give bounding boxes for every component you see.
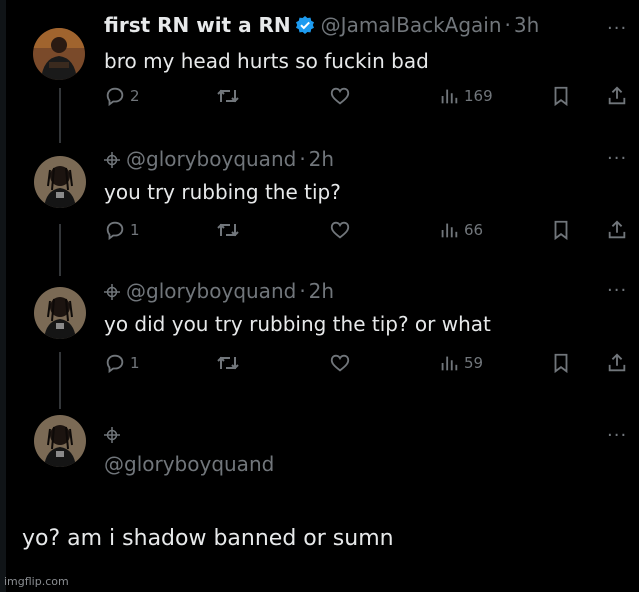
more-options-icon[interactable]: ··· — [607, 425, 627, 446]
views-icon — [441, 223, 458, 238]
tweet-header: @gloryboyquand · 2h — [104, 279, 639, 305]
share-button[interactable] — [606, 85, 628, 107]
tweet-actions: 2 169 — [104, 85, 639, 109]
share-icon — [608, 86, 626, 105]
share-button[interactable] — [606, 219, 628, 241]
crosshair-icon — [104, 149, 120, 173]
like-button[interactable] — [329, 85, 351, 107]
views-icon — [441, 356, 458, 371]
thread-line — [59, 224, 61, 276]
heart-icon — [330, 221, 350, 239]
tweet-header: first RN wit a RN @JamalBackAgain · 3h — [104, 13, 639, 40]
avatar-jamal[interactable] — [33, 28, 85, 80]
bookmark-icon — [554, 86, 568, 107]
reply-count: 2 — [130, 87, 140, 105]
display-name[interactable]: first RN wit a RN — [104, 13, 291, 37]
views-count: 66 — [464, 221, 484, 239]
reply-button[interactable]: 1 — [104, 219, 140, 241]
separator: · — [504, 13, 511, 37]
views-count: 59 — [464, 354, 484, 372]
separator: · — [299, 147, 306, 171]
bookmark-button[interactable] — [550, 85, 572, 107]
avatar-gloryboyquand[interactable] — [34, 415, 86, 467]
reply-icon — [106, 87, 124, 107]
thread-line — [59, 88, 61, 143]
retweet-icon — [217, 356, 239, 370]
handle[interactable]: @gloryboyquand — [126, 279, 296, 303]
timestamp[interactable]: 2h — [309, 279, 334, 303]
separator: · — [299, 279, 306, 303]
thread-line — [59, 352, 61, 409]
heart-icon — [330, 87, 350, 105]
bookmark-button[interactable] — [550, 352, 572, 374]
tweet-1[interactable]: first RN wit a RN @JamalBackAgain · 3h bro … — [104, 13, 639, 74]
avatar-gloryboyquand[interactable] — [34, 287, 86, 339]
reply-count: 1 — [130, 354, 140, 372]
share-icon — [608, 220, 626, 239]
tweet-text: bro my head hurts so fuckin bad — [104, 49, 429, 73]
tweet-actions: 1 66 — [104, 219, 639, 243]
handle[interactable]: @gloryboyquand — [126, 147, 296, 171]
more-options-icon[interactable]: ··· — [607, 18, 627, 39]
tweet-3[interactable]: @gloryboyquand · 2h yo did you try rubbing… — [104, 279, 639, 337]
views-button[interactable]: 169 — [438, 85, 493, 107]
retweet-button[interactable] — [216, 85, 240, 107]
tweet-text: you try rubbing the tip? — [104, 180, 341, 204]
verified-badge-icon — [295, 15, 315, 40]
handle[interactable]: @JamalBackAgain — [321, 13, 502, 37]
final-tweet-text: yo? am i shadow banned or sumn — [22, 526, 394, 551]
watermark: imgflip.com — [4, 575, 69, 588]
retweet-button[interactable] — [216, 219, 240, 241]
crosshair-icon — [104, 281, 120, 305]
reply-button[interactable]: 2 — [104, 85, 140, 107]
reply-icon — [106, 354, 124, 374]
reply-button[interactable]: 1 — [104, 352, 140, 374]
more-options-icon[interactable]: ··· — [607, 280, 627, 301]
views-button[interactable]: 66 — [438, 219, 483, 241]
handle[interactable]: @gloryboyquand — [104, 452, 274, 476]
bookmark-button[interactable] — [550, 219, 572, 241]
retweet-icon — [217, 89, 239, 103]
heart-icon — [330, 354, 350, 372]
like-button[interactable] — [329, 352, 351, 374]
bookmark-icon — [554, 353, 568, 374]
views-count: 169 — [464, 87, 493, 105]
retweet-button[interactable] — [216, 352, 240, 374]
tweet-2[interactable]: @gloryboyquand · 2h you try rubbing the ti… — [104, 147, 639, 205]
reply-icon — [106, 221, 124, 241]
avatar-gloryboyquand[interactable] — [34, 156, 86, 208]
share-button[interactable] — [606, 352, 628, 374]
reply-count: 1 — [130, 221, 140, 239]
tweet-text: yo did you try rubbing the tip? or what — [104, 312, 491, 336]
views-icon — [441, 89, 458, 104]
retweet-icon — [217, 223, 239, 237]
timestamp[interactable]: 3h — [514, 13, 539, 37]
timestamp[interactable]: 2h — [309, 147, 334, 171]
tweet-header: @gloryboyquand · 2h — [104, 147, 639, 173]
crosshair-icon — [104, 427, 120, 447]
tweet-thread-screenshot: first RN wit a RN @JamalBackAgain · 3h bro … — [0, 0, 639, 592]
like-button[interactable] — [329, 219, 351, 241]
tweet-actions: 1 59 — [104, 352, 639, 376]
more-options-icon[interactable]: ··· — [607, 148, 627, 169]
window-edge — [0, 0, 6, 592]
views-button[interactable]: 59 — [438, 352, 483, 374]
bookmark-icon — [554, 220, 568, 241]
share-icon — [608, 353, 626, 372]
